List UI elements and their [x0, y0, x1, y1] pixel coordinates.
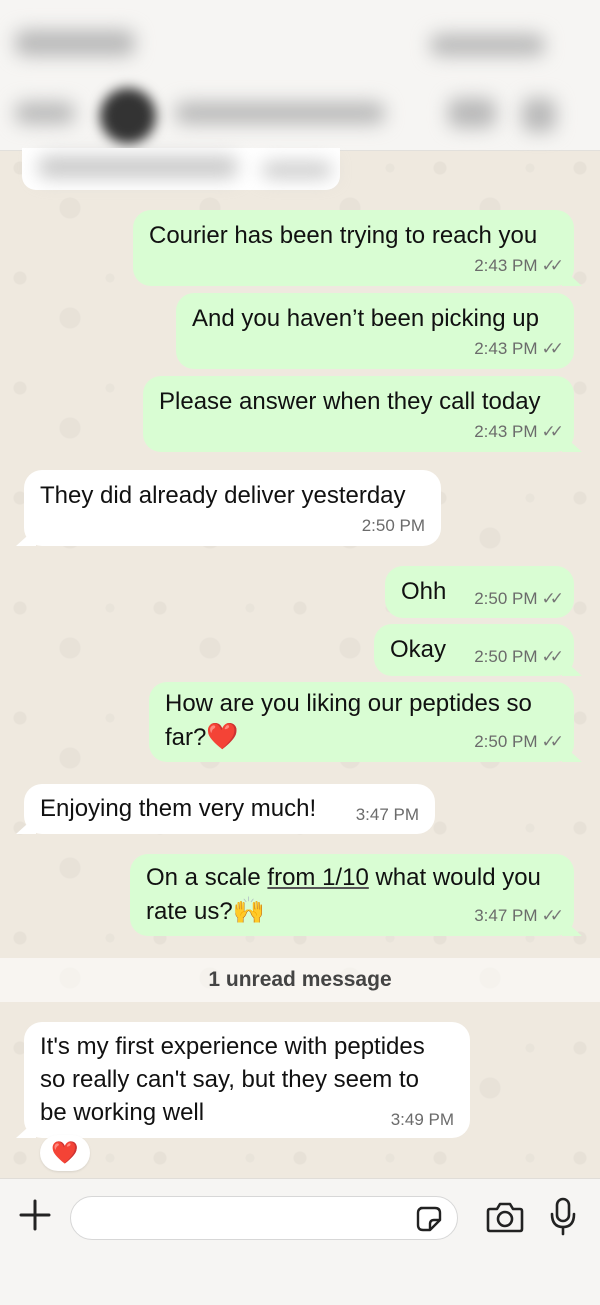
message-outgoing[interactable]: Okay 2:50 PM ✓✓	[374, 624, 574, 676]
message-meta: 2:50 PM ✓✓	[474, 732, 564, 752]
message-outgoing[interactable]: On a scale from 1/10 what would you rate…	[130, 854, 574, 936]
message-text: Please answer when they call today	[159, 388, 541, 415]
message-meta: 2:50 PM ✓✓	[474, 647, 564, 667]
message-reaction-heart-icon[interactable]: ❤️	[40, 1135, 90, 1171]
heart-emoji-icon: ❤️	[206, 721, 239, 751]
message-meta: 2:43 PM ✓✓	[474, 339, 564, 359]
message-text-line: It's my first experience with peptides	[40, 1033, 425, 1060]
message-text-line: far?	[165, 724, 207, 751]
read-receipt-icon: ✓✓	[541, 732, 564, 751]
message-time: 2:43 PM	[474, 256, 538, 275]
message-time: 2:50 PM	[474, 647, 538, 666]
message-time: 2:50 PM	[474, 589, 538, 608]
message-time: 2:43 PM	[474, 422, 538, 441]
message-outgoing[interactable]: How are you liking our peptides so far?❤…	[149, 682, 574, 762]
read-receipt-icon: ✓✓	[541, 647, 564, 666]
status-bar	[0, 0, 600, 80]
message-incoming[interactable]: It's my first experience with peptides s…	[24, 1022, 470, 1138]
message-outgoing[interactable]: And you haven’t been picking up 2:43 PM ✓…	[176, 293, 574, 369]
message-time: 2:50 PM	[361, 516, 425, 535]
blurred-text	[38, 156, 238, 178]
read-receipt-icon: ✓✓	[541, 256, 564, 275]
message-text: It's my first experience with peptides s…	[40, 1030, 425, 1129]
message-meta: 3:49 PM	[391, 1110, 454, 1130]
message-text-line: so really can't say, but they seem to	[40, 1066, 419, 1093]
microphone-icon[interactable]	[548, 1196, 578, 1238]
message-text: And you haven’t been picking up	[192, 305, 539, 332]
unread-label: 1 unread message	[208, 968, 392, 991]
message-time: 3:49 PM	[390, 1110, 454, 1129]
status-bar-indicators	[430, 34, 545, 56]
message-time: 2:50 PM	[474, 732, 538, 751]
message-outgoing[interactable]: Please answer when they call today 2:43 …	[143, 376, 574, 452]
reaction-emoji: ❤️	[51, 1140, 79, 1165]
contact-name[interactable]	[175, 102, 385, 124]
blurred-time	[262, 162, 332, 178]
message-text-line: be working well	[40, 1099, 205, 1126]
sticker-icon[interactable]	[415, 1205, 443, 1233]
plus-icon[interactable]	[18, 1198, 52, 1232]
video-call-button[interactable]	[448, 98, 496, 128]
unread-messages-divider: 1 unread message	[0, 958, 600, 1002]
message-time: 3:47 PM	[355, 805, 419, 824]
message-outgoing[interactable]: Courier has been trying to reach you 2:4…	[133, 210, 574, 286]
message-input[interactable]	[70, 1196, 458, 1240]
raising-hands-emoji-icon: 🙌	[232, 895, 266, 925]
message-text: Enjoying them very much!	[40, 795, 317, 822]
status-bar-time	[15, 30, 135, 56]
message-text: Okay	[390, 636, 447, 663]
message-meta: 2:50 PM	[362, 516, 425, 536]
message-meta: 2:43 PM ✓✓	[474, 256, 564, 276]
back-button[interactable]	[15, 102, 75, 124]
read-receipt-icon: ✓✓	[541, 589, 564, 608]
message-incoming[interactable]: Enjoying them very much! 3:47 PM	[24, 784, 435, 834]
message-text: Courier has been trying to reach you	[149, 222, 538, 249]
message-incoming[interactable]: They did already deliver yesterday 2:50 …	[24, 470, 441, 546]
read-receipt-icon: ✓✓	[541, 906, 564, 925]
message-link-text[interactable]: from 1/10	[267, 864, 368, 891]
message-text: Ohh	[401, 578, 447, 605]
previous-message-partial	[22, 148, 340, 190]
camera-icon[interactable]	[486, 1200, 524, 1234]
message-time: 3:47 PM	[474, 906, 538, 925]
contact-avatar[interactable]	[100, 88, 156, 144]
message-text: They did already deliver yesterday	[40, 482, 406, 509]
message-text-line: How are you liking our peptides so	[165, 690, 532, 717]
message-text-part: On a scale	[146, 864, 268, 891]
message-meta: 2:50 PM ✓✓	[474, 589, 564, 609]
message-outgoing[interactable]: Ohh 2:50 PM ✓✓	[385, 566, 574, 618]
chat-header	[0, 80, 600, 151]
message-text-part: what would you	[368, 864, 541, 891]
read-receipt-icon: ✓✓	[541, 339, 564, 358]
message-text-line: rate us?	[146, 898, 233, 925]
phone-call-button[interactable]	[522, 98, 556, 132]
message-meta: 3:47 PM ✓✓	[474, 906, 564, 926]
message-meta: 3:47 PM	[356, 805, 419, 825]
read-receipt-icon: ✓✓	[541, 422, 564, 441]
message-time: 2:43 PM	[474, 339, 538, 358]
message-meta: 2:43 PM ✓✓	[474, 422, 564, 442]
